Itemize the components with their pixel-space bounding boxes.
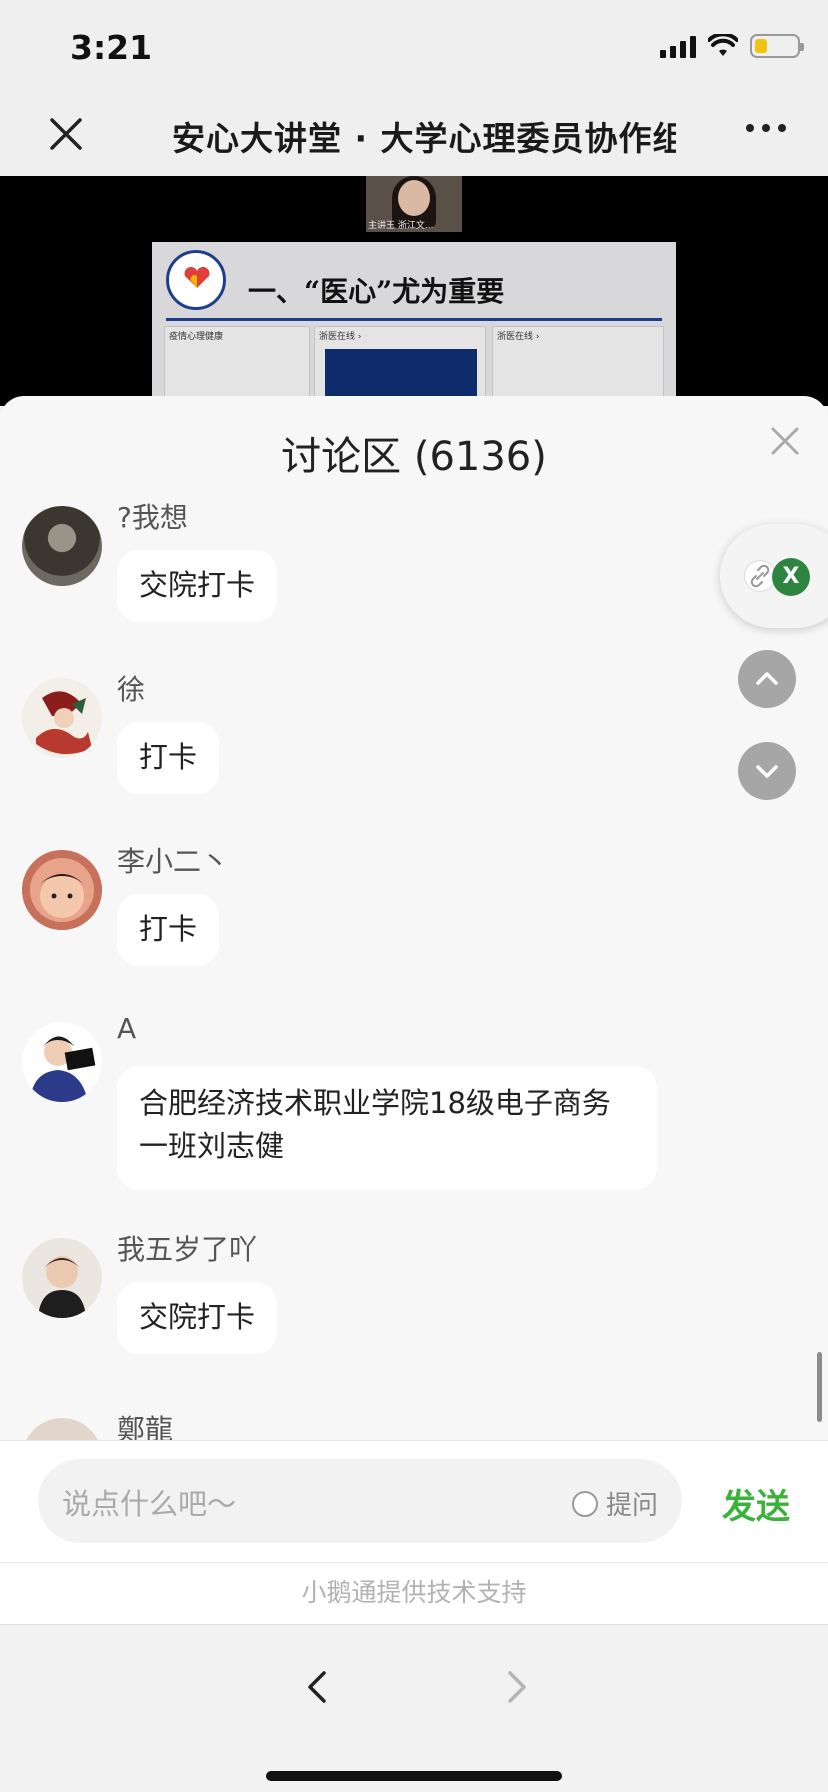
speaker-camera: 主讲王 浙江文... — [366, 176, 462, 232]
discussion-title: 讨论区 (6136) — [281, 434, 547, 480]
send-button[interactable]: 发送 — [722, 1479, 790, 1528]
avatar[interactable] — [22, 678, 102, 758]
message-bubble: 交院打卡 — [117, 550, 278, 622]
radio-circle-icon — [571, 1490, 598, 1517]
chevron-down-icon — [756, 765, 778, 778]
slide-panel-2: 浙医在线 › — [314, 326, 486, 406]
scroll-down-button[interactable] — [738, 742, 796, 800]
close-discussion-icon[interactable] — [768, 424, 802, 458]
slide-panel-label: 浙医在线 › — [497, 332, 540, 342]
close-page-icon[interactable] — [46, 114, 86, 154]
home-indicator — [266, 1771, 562, 1781]
more-options-icon[interactable] — [746, 124, 786, 132]
cellular-signal-icon — [660, 34, 696, 58]
nav-bar: 安心大讲堂 · 大学心理委员协作组 — [0, 100, 828, 176]
browser-toolbar — [0, 1624, 828, 1792]
presentation-slide: 一、“医心”尤为重要 疫情心理健康 浙医在线 › 浙医在线 › — [152, 242, 676, 406]
tech-support-text: 小鹅通提供技术支持 — [0, 1562, 828, 1624]
slide-divider — [166, 318, 662, 321]
message-bubble: 打卡 — [117, 722, 220, 794]
slide-title: 一、“医心”尤为重要 — [248, 275, 505, 308]
list-item: A 合肥经济技术职业学院18级电子商务一班刘志健 — [0, 1012, 828, 1212]
message-bubble: 交院打卡 — [117, 1282, 278, 1354]
wifi-icon — [708, 34, 738, 56]
app-root: 3:21 安心大讲堂 · 大学心理委员协作组 主讲王 浙江文... 一、“医心”… — [0, 0, 828, 1792]
avatar[interactable] — [22, 850, 102, 930]
message-bubble: 打卡 — [117, 894, 220, 966]
list-item: 徐 打卡 — [0, 668, 828, 828]
comment-input-bar: 说点什么吧～ 提问 发送 — [0, 1440, 828, 1562]
status-icons — [660, 34, 804, 58]
nickname: 我五岁了吖 — [117, 1233, 258, 1266]
ask-question-label: 提问 — [605, 1491, 658, 1521]
list-item: 李小二丶 打卡 — [0, 840, 828, 1000]
forward-arrow-icon[interactable] — [496, 1667, 536, 1707]
speaker-label: 主讲王 浙江文... — [368, 221, 434, 231]
slide-panel-3: 浙医在线 › — [492, 326, 664, 406]
heart-logo-icon — [166, 250, 226, 310]
avatar[interactable] — [22, 1238, 102, 1318]
chevron-up-icon — [756, 672, 778, 685]
ask-question-toggle[interactable]: 提问 — [571, 1485, 658, 1522]
scrollbar[interactable] — [817, 1352, 822, 1422]
nickname: A — [117, 1012, 137, 1045]
battery-icon — [750, 34, 804, 58]
floating-share-pill: X — [720, 524, 828, 628]
status-time: 3:21 — [70, 28, 153, 67]
avatar[interactable] — [22, 506, 102, 586]
list-item: ?我想 交院打卡 — [0, 496, 828, 656]
page-title: 安心大讲堂 · 大学心理委员协作组 — [172, 119, 676, 158]
list-item: 我五岁了吖 交院打卡 — [0, 1228, 828, 1388]
nickname: 李小二丶 — [117, 845, 230, 878]
message-list[interactable]: ?我想 交院打卡 徐 打卡 李小二丶 打卡 A 合肥经济技术职业学院18级电子商… — [0, 496, 828, 1536]
close-share-button[interactable]: X — [772, 558, 810, 596]
live-video[interactable]: 主讲王 浙江文... 一、“医心”尤为重要 疫情心理健康 浙医在线 › 浙医在线… — [0, 176, 828, 406]
nickname: ?我想 — [117, 501, 188, 534]
scroll-up-button[interactable] — [738, 650, 796, 708]
avatar[interactable] — [22, 1022, 102, 1102]
status-bar: 3:21 — [0, 0, 828, 100]
nickname: 徐 — [117, 673, 146, 706]
slide-panel-label: 浙医在线 › — [319, 332, 362, 342]
back-arrow-icon[interactable] — [298, 1667, 338, 1707]
message-bubble: 合肥经济技术职业学院18级电子商务一班刘志健 — [117, 1066, 657, 1190]
input-placeholder: 说点什么吧～ — [62, 1487, 237, 1521]
slide-panel-1: 疫情心理健康 — [164, 326, 310, 406]
slide-panel-label: 疫情心理健康 — [169, 332, 224, 342]
comment-input[interactable]: 说点什么吧～ 提问 — [38, 1459, 682, 1543]
